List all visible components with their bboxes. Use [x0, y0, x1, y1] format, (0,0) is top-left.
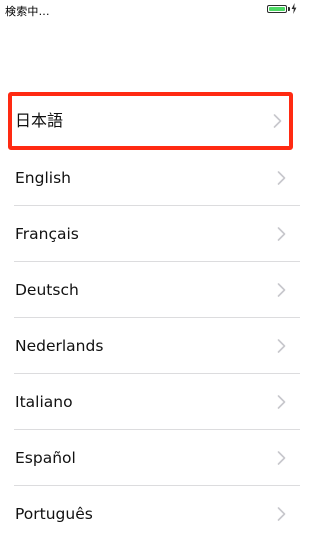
language-selection-screen: 検索中... 日本語 English Français Deutsch Nede… — [0, 0, 300, 533]
status-bar: 検索中... — [0, 0, 300, 20]
language-row-dutch[interactable]: Nederlands — [0, 318, 300, 374]
language-row-japanese[interactable]: 日本語 — [8, 92, 293, 150]
carrier-status-text: 検索中... — [5, 5, 50, 18]
language-row-italian[interactable]: Italiano — [0, 374, 300, 430]
language-label: Español — [15, 449, 76, 467]
chevron-right-icon — [277, 507, 286, 521]
language-list: 日本語 English Français Deutsch Nederlands … — [0, 92, 300, 533]
language-label: Italiano — [15, 393, 73, 411]
chevron-right-icon — [277, 395, 286, 409]
chevron-right-icon — [277, 339, 286, 353]
bolt-icon — [291, 3, 297, 14]
chevron-right-icon — [277, 227, 286, 241]
language-row-german[interactable]: Deutsch — [0, 262, 300, 318]
language-row-spanish[interactable]: Español — [0, 430, 300, 486]
language-label: English — [15, 169, 71, 187]
language-label: Nederlands — [15, 337, 104, 355]
battery-icon — [267, 5, 287, 13]
battery-tip — [288, 7, 290, 11]
battery-level-fill — [269, 7, 285, 11]
chevron-right-icon — [277, 283, 286, 297]
language-label: Português — [15, 505, 93, 523]
language-label: 日本語 — [15, 111, 64, 130]
language-row-english[interactable]: English — [0, 150, 300, 206]
chevron-right-icon — [273, 114, 282, 128]
chevron-right-icon — [277, 451, 286, 465]
chevron-right-icon — [277, 171, 286, 185]
language-label: Deutsch — [15, 281, 79, 299]
language-row-portuguese[interactable]: Português — [0, 486, 300, 533]
language-label: Français — [15, 225, 79, 243]
language-row-french[interactable]: Français — [0, 206, 300, 262]
